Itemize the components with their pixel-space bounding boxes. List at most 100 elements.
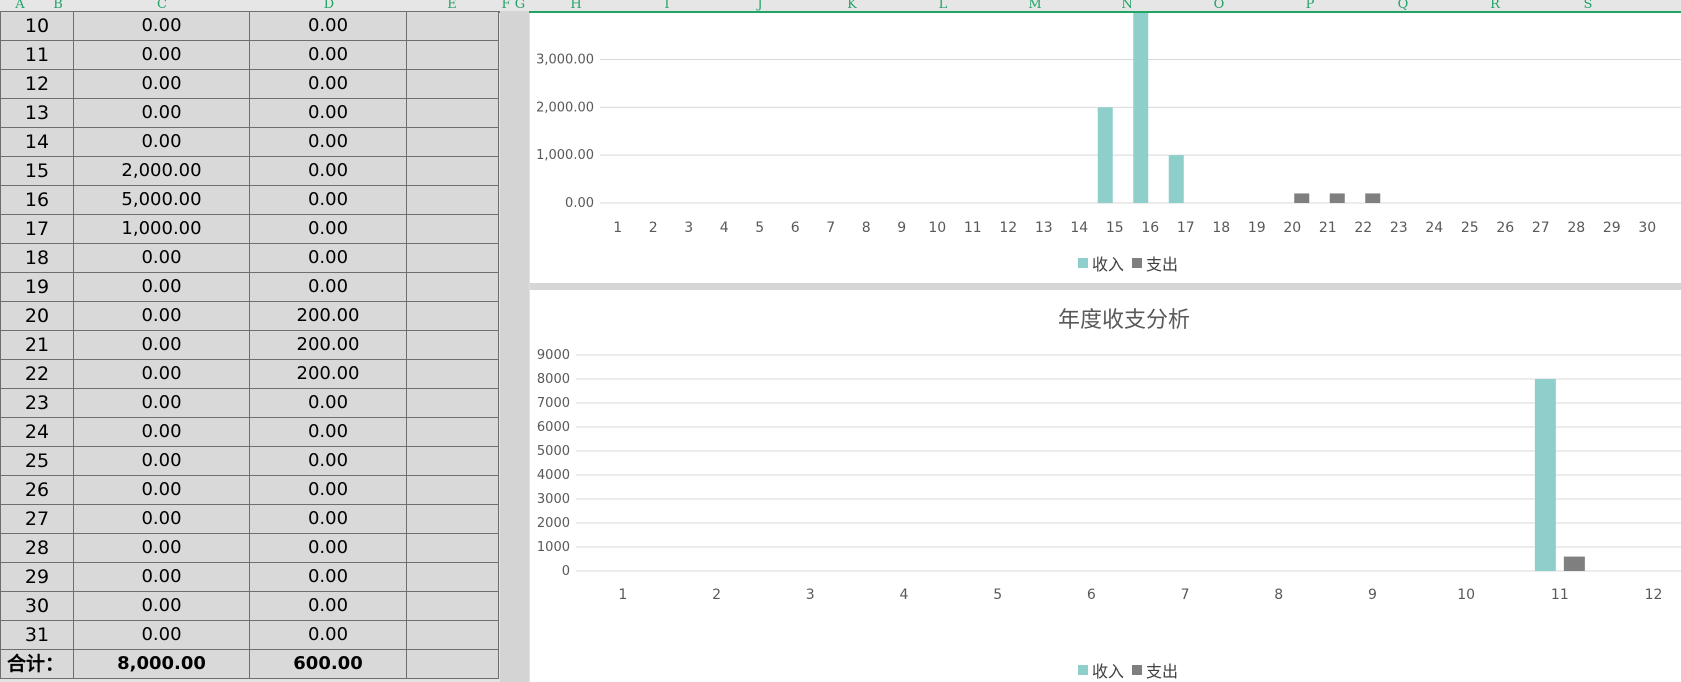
expense-cell[interactable]: 0.00 <box>249 214 407 244</box>
empty-cell[interactable] <box>406 214 499 244</box>
income-cell[interactable]: 0.00 <box>73 504 250 534</box>
day-cell[interactable]: 27 <box>0 504 74 534</box>
income-cell[interactable]: 0.00 <box>73 533 250 563</box>
income-cell[interactable]: 5,000.00 <box>73 185 250 215</box>
total-expense-cell[interactable]: 600.00 <box>249 649 407 679</box>
empty-cell[interactable] <box>406 272 499 302</box>
empty-cell[interactable] <box>406 620 499 650</box>
income-cell[interactable]: 0.00 <box>73 98 250 128</box>
expense-cell[interactable]: 0.00 <box>249 185 407 215</box>
income-cell[interactable]: 0.00 <box>73 620 250 650</box>
day-cell[interactable]: 16 <box>0 185 74 215</box>
expense-cell[interactable]: 0.00 <box>249 533 407 563</box>
empty-cell[interactable] <box>406 504 499 534</box>
expense-cell[interactable]: 0.00 <box>249 40 407 70</box>
expense-cell[interactable]: 0.00 <box>249 620 407 650</box>
total-label[interactable]: 合计： <box>0 649 74 679</box>
income-cell[interactable]: 0.00 <box>73 475 250 505</box>
day-cell[interactable]: 28 <box>0 533 74 563</box>
income-cell[interactable]: 0.00 <box>73 69 250 99</box>
day-cell[interactable]: 29 <box>0 562 74 592</box>
income-cell[interactable]: 2,000.00 <box>73 156 250 186</box>
expense-cell[interactable]: 0.00 <box>249 562 407 592</box>
day-cell[interactable]: 11 <box>0 40 74 70</box>
expense-cell[interactable]: 0.00 <box>249 69 407 99</box>
day-cell[interactable]: 24 <box>0 417 74 447</box>
expense-cell[interactable]: 0.00 <box>249 156 407 186</box>
expense-bar[interactable] <box>1329 193 1345 203</box>
day-cell[interactable]: 13 <box>0 98 74 128</box>
column-header-q[interactable]: Q <box>1398 0 1409 11</box>
empty-cell[interactable] <box>406 446 499 476</box>
empty-cell[interactable] <box>406 417 499 447</box>
column-header-r[interactable]: R <box>1490 0 1500 11</box>
column-header-o[interactable]: O <box>1214 0 1225 11</box>
day-cell[interactable]: 21 <box>0 330 74 360</box>
empty-cell[interactable] <box>406 330 499 360</box>
empty-cell[interactable] <box>406 562 499 592</box>
empty-cell[interactable] <box>406 127 499 157</box>
empty-cell[interactable] <box>406 533 499 563</box>
column-header-n[interactable]: N <box>1121 0 1132 11</box>
day-cell[interactable]: 31 <box>0 620 74 650</box>
expense-cell[interactable]: 200.00 <box>249 301 407 331</box>
day-cell[interactable]: 25 <box>0 446 74 476</box>
empty-cell[interactable] <box>406 388 499 418</box>
empty-cell[interactable] <box>406 591 499 621</box>
income-cell[interactable]: 0.00 <box>73 301 250 331</box>
empty-cell[interactable] <box>406 156 499 186</box>
income-cell[interactable]: 0.00 <box>73 591 250 621</box>
expense-bar[interactable] <box>1365 193 1381 203</box>
expense-cell[interactable]: 0.00 <box>249 591 407 621</box>
expense-bar[interactable] <box>1563 556 1585 571</box>
income-cell[interactable]: 0.00 <box>73 272 250 302</box>
income-cell[interactable]: 0.00 <box>73 446 250 476</box>
day-cell[interactable]: 14 <box>0 127 74 157</box>
empty-cell[interactable] <box>406 185 499 215</box>
expense-cell[interactable]: 0.00 <box>249 417 407 447</box>
day-cell[interactable]: 22 <box>0 359 74 389</box>
income-cell[interactable]: 0.00 <box>73 243 250 273</box>
income-cell[interactable]: 1,000.00 <box>73 214 250 244</box>
day-cell[interactable]: 30 <box>0 591 74 621</box>
column-header-i[interactable]: I <box>664 0 669 11</box>
empty-cell[interactable] <box>406 649 499 679</box>
expense-cell[interactable]: 0.00 <box>249 127 407 157</box>
income-cell[interactable]: 0.00 <box>73 417 250 447</box>
empty-cell[interactable] <box>406 11 499 41</box>
column-header-m[interactable]: M <box>1028 0 1041 11</box>
income-cell[interactable]: 0.00 <box>73 127 250 157</box>
income-bar[interactable] <box>1097 107 1113 203</box>
column-header-p[interactable]: P <box>1306 0 1315 11</box>
day-cell[interactable]: 26 <box>0 475 74 505</box>
expense-cell[interactable]: 0.00 <box>249 475 407 505</box>
daily-income-expense-chart[interactable]: 0.00 1,000.00 2,000.00 3,000.00 1 2 3 4 5 6 7 8 9 10 1… <box>530 13 1681 283</box>
day-cell[interactable]: 19 <box>0 272 74 302</box>
day-cell[interactable]: 20 <box>0 301 74 331</box>
income-cell[interactable]: 0.00 <box>73 562 250 592</box>
column-header-h[interactable]: H <box>570 0 581 11</box>
empty-cell[interactable] <box>406 475 499 505</box>
income-cell[interactable]: 0.00 <box>73 359 250 389</box>
expense-cell[interactable]: 200.00 <box>249 330 407 360</box>
expense-cell[interactable]: 0.00 <box>249 504 407 534</box>
day-cell[interactable]: 17 <box>0 214 74 244</box>
total-income-cell[interactable]: 8,000.00 <box>73 649 250 679</box>
day-cell[interactable]: 10 <box>0 11 74 41</box>
day-cell[interactable]: 15 <box>0 156 74 186</box>
expense-cell[interactable]: 0.00 <box>249 243 407 273</box>
expense-cell[interactable]: 0.00 <box>249 388 407 418</box>
empty-cell[interactable] <box>406 69 499 99</box>
income-bar[interactable] <box>1534 379 1556 571</box>
day-cell[interactable]: 12 <box>0 69 74 99</box>
income-bar[interactable] <box>1133 13 1149 203</box>
expense-cell[interactable]: 0.00 <box>249 272 407 302</box>
expense-cell[interactable]: 0.00 <box>249 11 407 41</box>
expense-bar[interactable] <box>1294 193 1310 203</box>
empty-cell[interactable] <box>406 301 499 331</box>
income-cell[interactable]: 0.00 <box>73 330 250 360</box>
empty-cell[interactable] <box>406 40 499 70</box>
income-bar[interactable] <box>1168 155 1184 203</box>
annual-income-expense-chart[interactable]: 年度收支分析 0 1000 2000 3000 4000 5000 6000 7000 8000… <box>530 290 1681 682</box>
column-header-l[interactable]: L <box>939 0 948 11</box>
